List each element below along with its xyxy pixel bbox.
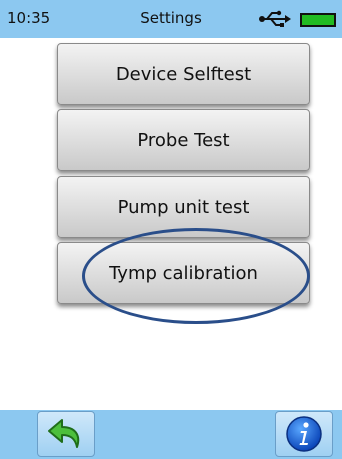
usb-icon [259,10,291,27]
device-selftest-button[interactable]: Device Selftest [57,43,310,105]
pump-unit-test-label: Pump unit test [117,196,250,218]
back-button[interactable] [37,411,95,457]
pump-unit-test-button[interactable]: Pump unit test [57,176,310,238]
info-button[interactable] [275,411,333,457]
tymp-calibration-button[interactable]: Tymp calibration [57,242,310,304]
probe-test-button[interactable]: Probe Test [57,109,310,171]
battery-icon [300,13,336,27]
device-selftest-label: Device Selftest [115,63,252,85]
info-icon [286,416,322,452]
tymp-calibration-label: Tymp calibration [109,262,258,284]
probe-test-label: Probe Test [137,129,230,151]
back-arrow-icon [48,419,80,448]
status-bar: 10:35 Settings [0,0,342,38]
settings-screen: 10:35 Settings Device Selftest Probe Tes… [0,0,342,459]
